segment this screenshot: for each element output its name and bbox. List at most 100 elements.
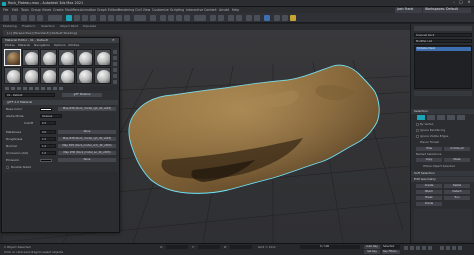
- material-slot-1[interactable]: [4, 49, 21, 66]
- material-id-icon[interactable]: [41, 87, 45, 90]
- me-menu-navigation[interactable]: Navigation: [34, 44, 50, 47]
- close-icon[interactable]: ✕: [112, 38, 115, 42]
- rock-mesh[interactable]: [128, 64, 380, 194]
- make-unique-icon[interactable]: [29, 87, 33, 90]
- attach-button[interactable]: Attach: [416, 190, 442, 194]
- align-icon[interactable]: [218, 14, 224, 21]
- me-menu-material[interactable]: Material: [18, 44, 30, 47]
- render-production-icon[interactable]: [290, 14, 296, 21]
- base-color-swatch[interactable]: [40, 107, 52, 112]
- base-color-map-button[interactable]: Map #26 (Rock_model_rgb_4K_v003): [58, 107, 116, 112]
- unlink-icon[interactable]: [29, 14, 35, 21]
- background-icon[interactable]: [113, 62, 117, 66]
- hide-button[interactable]: Hide: [416, 147, 442, 151]
- sample-type-icon[interactable]: [113, 50, 117, 54]
- get-material-icon[interactable]: [5, 87, 9, 90]
- roughness-map-button[interactable]: Map #28 (Rock_model_rgh_4K_v003): [58, 137, 116, 142]
- material-slot-5[interactable]: [76, 49, 93, 66]
- window-crossing-icon[interactable]: [90, 14, 96, 21]
- material-name-field[interactable]: 01 - Default: [5, 93, 55, 97]
- menu-create[interactable]: Create: [53, 8, 64, 12]
- double-sided-checkbox[interactable]: [6, 166, 9, 169]
- material-editor-icon[interactable]: [264, 14, 270, 21]
- go-to-parent-icon[interactable]: [59, 87, 63, 90]
- modifier-stack[interactable]: Editable Mesh: [414, 45, 472, 89]
- material-slot-7[interactable]: [4, 67, 21, 84]
- bind-space-warp-icon[interactable]: [37, 14, 43, 21]
- occlusion-field[interactable]: 1.0: [40, 151, 56, 156]
- select-and-place-icon[interactable]: [124, 14, 130, 21]
- tab-object-paint[interactable]: Object Paint: [60, 25, 78, 28]
- roughness-field[interactable]: 1.0: [40, 137, 56, 142]
- next-frame-icon[interactable]: [422, 246, 426, 250]
- time-slider[interactable]: 0 / 100: [300, 245, 360, 249]
- unhide-all-button[interactable]: Unhide All: [444, 147, 470, 151]
- go-to-end-icon[interactable]: [428, 246, 432, 250]
- maximize-viewport-icon[interactable]: [458, 246, 462, 250]
- edge-mode-icon[interactable]: [427, 115, 435, 120]
- tab-modeling[interactable]: Modeling: [3, 25, 17, 28]
- toggle-scene-explorer-icon[interactable]: [228, 14, 234, 21]
- curve-editor-icon[interactable]: [246, 14, 252, 21]
- vertex-mode-icon[interactable]: [417, 115, 425, 120]
- material-slot-6[interactable]: [94, 49, 111, 66]
- emission-swatch[interactable]: [40, 158, 52, 163]
- me-menu-options[interactable]: Options: [54, 44, 66, 47]
- set-key-button[interactable]: Set Key: [364, 250, 380, 254]
- polygon-mode-icon[interactable]: [447, 115, 455, 120]
- object-name-field[interactable]: Scanned Rock: [414, 33, 472, 37]
- spinner-snap-icon[interactable]: [184, 14, 190, 21]
- by-vertex-checkbox[interactable]: [416, 123, 419, 126]
- occlusion-map-button[interactable]: Map #30 (Rock_model_ao_4K_v003): [58, 151, 116, 156]
- material-slot-3[interactable]: [40, 49, 57, 66]
- menu-tools[interactable]: Tools: [21, 8, 29, 12]
- put-to-library-icon[interactable]: [35, 87, 39, 90]
- undo-icon[interactable]: [3, 14, 9, 21]
- stack-tools[interactable]: [414, 91, 472, 96]
- coord-z-field[interactable]: [230, 245, 252, 249]
- material-type-button[interactable]: glTF Material: [62, 93, 102, 97]
- menu-file[interactable]: File: [3, 8, 8, 12]
- detach-button[interactable]: Detach: [444, 190, 470, 194]
- menu-interactive[interactable]: Interactive: [186, 8, 203, 12]
- link-icon[interactable]: [21, 14, 27, 21]
- delete-button[interactable]: Delete: [444, 184, 470, 188]
- show-end-result-icon[interactable]: [53, 87, 57, 90]
- select-by-name-icon[interactable]: [74, 14, 80, 21]
- copy-button[interactable]: Copy: [416, 158, 442, 162]
- coord-x-field[interactable]: [166, 245, 188, 249]
- me-menu-modes[interactable]: Modes: [5, 44, 15, 47]
- tab-populate[interactable]: Populate: [83, 25, 96, 28]
- select-and-rotate-icon[interactable]: [108, 14, 114, 21]
- edit-geometry-rollout[interactable]: Edit Geometry: [411, 177, 474, 182]
- percent-snap-icon[interactable]: [176, 14, 182, 21]
- rectangular-selection-icon[interactable]: [82, 14, 88, 21]
- me-menu-utilities[interactable]: Utilities: [68, 44, 79, 47]
- minimize-icon[interactable]: –: [451, 0, 457, 6]
- divide-button[interactable]: Divide: [416, 202, 442, 206]
- tab-freeform[interactable]: Freeform: [22, 25, 35, 28]
- ignore-visible-edges-checkbox[interactable]: [416, 135, 419, 138]
- face-mode-icon[interactable]: [437, 115, 445, 120]
- paste-button[interactable]: Paste: [444, 158, 470, 162]
- show-map-in-viewport-icon[interactable]: [47, 87, 51, 90]
- menu-animation[interactable]: Animation: [80, 8, 96, 12]
- menu-edit[interactable]: Edit: [12, 8, 18, 12]
- play-icon[interactable]: [416, 246, 420, 250]
- schematic-view-icon[interactable]: [254, 14, 260, 21]
- options-icon[interactable]: [113, 80, 117, 84]
- previous-frame-icon[interactable]: [410, 246, 414, 250]
- reset-map-icon[interactable]: [23, 87, 27, 90]
- workspace-selector[interactable]: Workspaces: Default: [423, 7, 471, 13]
- zoom-icon[interactable]: [440, 246, 444, 250]
- cutoff-field[interactable]: 0.5: [40, 121, 56, 126]
- tab-selection[interactable]: Selection: [41, 25, 55, 28]
- coord-y-field[interactable]: [198, 245, 220, 249]
- modifier-list-dropdown[interactable]: Modifier List: [414, 39, 472, 43]
- metalness-field[interactable]: 0.0: [40, 130, 56, 135]
- menu-modifiers[interactable]: Modifiers: [65, 8, 80, 12]
- reference-coordinate-dropdown[interactable]: [134, 14, 146, 21]
- material-slot-8[interactable]: [22, 67, 39, 84]
- turn-button[interactable]: Turn: [444, 196, 470, 200]
- pivot-center-icon[interactable]: [150, 14, 156, 21]
